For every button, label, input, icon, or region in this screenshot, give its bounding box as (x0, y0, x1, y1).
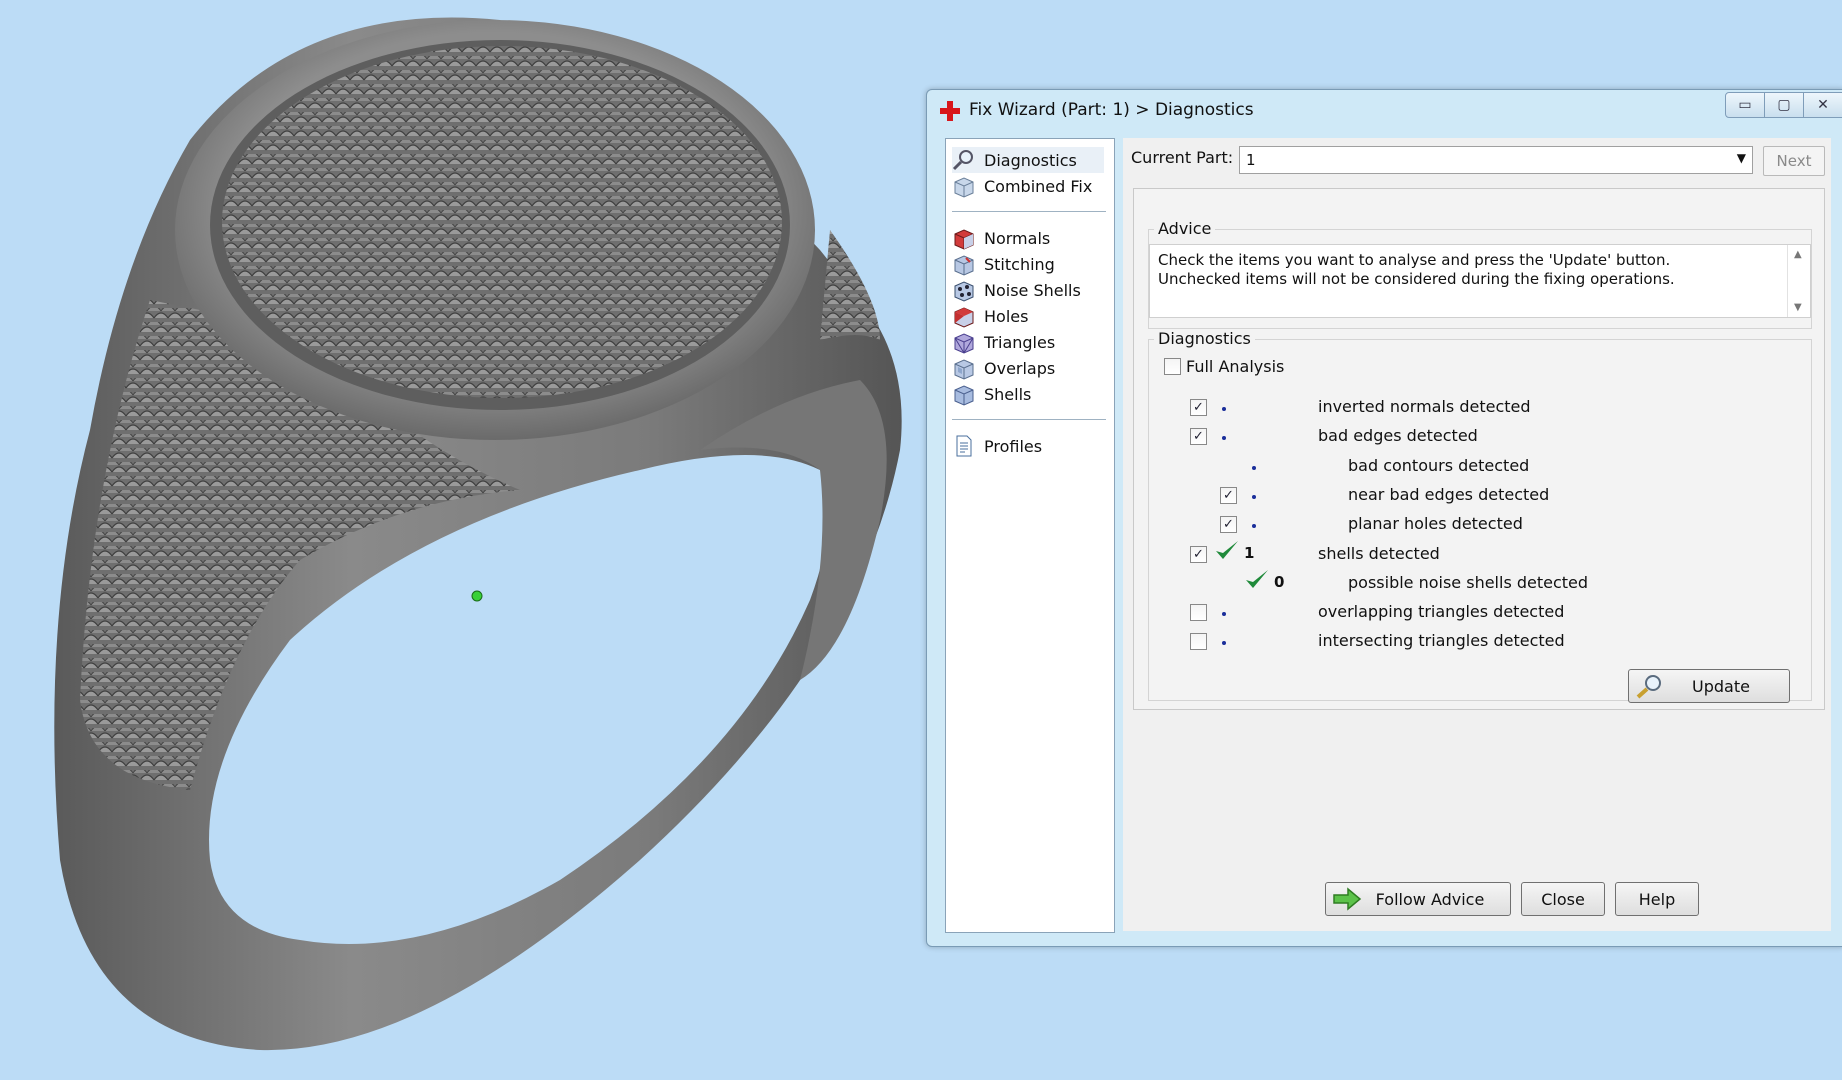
bad-edges-checkbox[interactable]: ✓ (1190, 428, 1207, 445)
advice-group: Check the items you want to analyse and … (1148, 229, 1812, 329)
current-part-select[interactable]: 1 ▼ (1239, 146, 1753, 174)
wizard-nav: Diagnostics Combined Fix Normals Stitchi… (945, 138, 1115, 933)
noise-shells-label: possible noise shells detected (1348, 573, 1589, 592)
intersecting-triangles-label: intersecting triangles detected (1318, 631, 1565, 650)
nav-separator (952, 211, 1106, 212)
minimize-icon: ▭ (1738, 97, 1752, 113)
nav-item-profiles[interactable]: Profiles (952, 433, 1042, 459)
nav-item-combined-fix[interactable]: Combined Fix (952, 173, 1092, 199)
help-button[interactable]: Help (1615, 882, 1699, 916)
intersecting-triangles-checkbox[interactable] (1190, 633, 1207, 650)
status-bullet (1222, 641, 1226, 645)
close-window-button[interactable]: ✕ (1803, 92, 1842, 118)
bad-contours-label: bad contours detected (1348, 456, 1530, 475)
status-bullet (1252, 466, 1256, 470)
magnifier-icon (1636, 675, 1661, 699)
triangles-cube-icon (952, 330, 976, 354)
window-controls: ▭ ▢ ✕ (1725, 92, 1842, 118)
window-title: Fix Wizard (Part: 1) > Diagnostics (969, 100, 1254, 120)
planar-holes-checkbox[interactable]: ✓ (1220, 516, 1237, 533)
nav-item-stitching[interactable]: Stitching (952, 251, 1055, 277)
advice-group-label: Advice (1154, 219, 1216, 238)
minimize-button[interactable]: ▭ (1725, 92, 1765, 118)
shells-checkbox[interactable]: ✓ (1190, 546, 1207, 563)
noise-shells-icon (952, 278, 976, 302)
maximize-button[interactable]: ▢ (1764, 92, 1804, 118)
magnifier-icon (952, 148, 976, 172)
wizard-content: Current Part: 1 ▼ Next Check the items y… (1123, 138, 1831, 931)
advice-scrollbar[interactable]: ▲ ▼ (1787, 245, 1810, 317)
green-check-icon (1246, 570, 1268, 588)
overlaps-cube-icon (952, 356, 976, 380)
green-arrow-icon (1333, 887, 1362, 911)
current-part-label: Current Part: (1131, 148, 1234, 167)
next-button[interactable]: Next (1763, 146, 1825, 176)
close-icon: ✕ (1817, 97, 1829, 113)
maximize-icon: ▢ (1777, 97, 1791, 113)
full-analysis-label: Full Analysis (1186, 357, 1285, 376)
status-bullet (1252, 495, 1256, 499)
holes-cube-icon (952, 304, 976, 328)
current-part-value: 1 (1246, 151, 1256, 169)
bad-edges-label: bad edges detected (1318, 426, 1478, 445)
shells-count: 1 (1244, 544, 1255, 562)
fix-wizard-dialog: Fix Wizard (Part: 1) > Diagnostics ▭ ▢ ✕… (926, 89, 1842, 947)
status-bullet (1222, 612, 1226, 616)
nav-item-noise-shells[interactable]: Noise Shells (952, 277, 1081, 303)
title-bar[interactable]: Fix Wizard (Part: 1) > Diagnostics ▭ ▢ ✕ (927, 90, 1842, 130)
green-check-icon (1216, 541, 1238, 559)
noise-shells-count: 0 (1274, 573, 1285, 591)
normals-cube-icon (952, 226, 976, 250)
scroll-up-icon[interactable]: ▲ (1794, 249, 1802, 260)
chevron-down-icon: ▼ (1736, 151, 1746, 165)
nav-separator (952, 419, 1106, 420)
advice-box: Check the items you want to analyse and … (1149, 244, 1811, 318)
nav-item-triangles[interactable]: Triangles (952, 329, 1055, 355)
near-bad-edges-label: near bad edges detected (1348, 485, 1550, 504)
nav-item-holes[interactable]: Holes (952, 303, 1028, 329)
shells-cube-icon (952, 382, 976, 406)
shells-label: shells detected (1318, 544, 1440, 563)
nav-item-shells[interactable]: Shells (952, 381, 1031, 407)
combined-fix-icon (952, 174, 976, 198)
red-cross-icon (940, 101, 960, 121)
scroll-down-icon[interactable]: ▼ (1794, 302, 1802, 313)
near-bad-edges-checkbox[interactable]: ✓ (1220, 487, 1237, 504)
profiles-document-icon (952, 434, 976, 458)
status-bullet (1222, 407, 1226, 411)
inverted-normals-checkbox[interactable]: ✓ (1190, 399, 1207, 416)
nav-item-diagnostics[interactable]: Diagnostics (952, 147, 1104, 173)
planar-holes-label: planar holes detected (1348, 514, 1523, 533)
update-button[interactable]: Update (1628, 669, 1790, 703)
full-analysis-checkbox[interactable] (1164, 358, 1181, 375)
close-button[interactable]: Close (1521, 882, 1605, 916)
advice-text: Check the items you want to analyse and … (1158, 251, 1675, 288)
overlapping-triangles-label: overlapping triangles detected (1318, 602, 1565, 621)
stitching-cube-icon (952, 252, 976, 276)
diagnostics-group-label: Diagnostics (1154, 329, 1255, 348)
status-bullet (1252, 524, 1256, 528)
overlapping-triangles-checkbox[interactable] (1190, 604, 1207, 621)
nav-item-overlaps[interactable]: Overlaps (952, 355, 1055, 381)
diagnostics-panel: Check the items you want to analyse and … (1133, 188, 1825, 710)
nav-item-normals[interactable]: Normals (952, 225, 1050, 251)
inverted-normals-label: inverted normals detected (1318, 397, 1531, 416)
follow-advice-button[interactable]: Follow Advice (1325, 882, 1511, 916)
status-bullet (1222, 436, 1226, 440)
